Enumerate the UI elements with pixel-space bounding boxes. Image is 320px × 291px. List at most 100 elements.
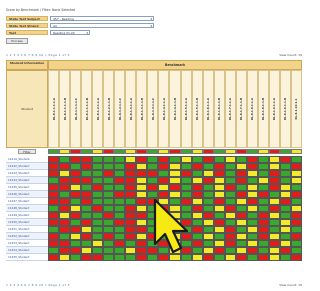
score-cell[interactable]	[70, 219, 82, 226]
score-cell[interactable]	[268, 254, 280, 261]
score-cell[interactable]	[235, 156, 247, 163]
score-cell[interactable]	[257, 205, 269, 212]
score-cell[interactable]	[59, 205, 71, 212]
score-cell[interactable]	[246, 205, 258, 212]
score-cell[interactable]	[268, 212, 280, 219]
score-cell[interactable]	[224, 198, 236, 205]
score-cell[interactable]	[235, 233, 247, 240]
score-cell[interactable]	[213, 240, 225, 247]
score-cell[interactable]	[114, 254, 126, 261]
score-cell[interactable]	[279, 219, 291, 226]
score-cell[interactable]	[114, 184, 126, 191]
score-cell[interactable]	[279, 240, 291, 247]
score-cell[interactable]	[59, 184, 71, 191]
score-cell[interactable]	[180, 177, 192, 184]
score-cell[interactable]	[136, 240, 148, 247]
score-cell[interactable]	[70, 156, 82, 163]
score-cell[interactable]	[48, 191, 60, 198]
score-cell[interactable]	[92, 212, 104, 219]
score-cell[interactable]	[103, 170, 115, 177]
score-cell[interactable]	[202, 170, 214, 177]
score-cell[interactable]	[235, 212, 247, 219]
score-cell[interactable]	[202, 240, 214, 247]
score-cell[interactable]	[92, 191, 104, 198]
score-cell[interactable]	[257, 247, 269, 254]
score-cell[interactable]	[202, 198, 214, 205]
score-cell[interactable]	[290, 233, 302, 240]
score-cell[interactable]	[279, 177, 291, 184]
score-cell[interactable]	[202, 184, 214, 191]
student-name-link[interactable]: 11245_Student	[6, 184, 48, 191]
score-cell[interactable]	[191, 254, 203, 261]
score-cell[interactable]	[92, 184, 104, 191]
score-cell[interactable]	[191, 177, 203, 184]
score-cell[interactable]	[92, 205, 104, 212]
student-name-link[interactable]: 11251_Student	[6, 226, 48, 233]
score-cell[interactable]	[81, 170, 93, 177]
score-cell[interactable]	[70, 226, 82, 233]
score-cell[interactable]	[191, 205, 203, 212]
score-cell[interactable]	[70, 191, 82, 198]
score-cell[interactable]	[257, 212, 269, 219]
score-cell[interactable]	[268, 233, 280, 240]
score-cell[interactable]	[125, 198, 137, 205]
score-cell[interactable]	[147, 163, 159, 170]
score-cell[interactable]	[191, 233, 203, 240]
score-cell[interactable]	[224, 170, 236, 177]
score-cell[interactable]	[191, 247, 203, 254]
score-cell[interactable]	[235, 184, 247, 191]
score-cell[interactable]	[246, 184, 258, 191]
score-cell[interactable]	[224, 212, 236, 219]
benchmark-column-header[interactable]: RL.6.1.8.1.1.B	[257, 70, 269, 148]
score-cell[interactable]	[257, 240, 269, 247]
score-cell[interactable]	[191, 240, 203, 247]
score-cell[interactable]	[103, 240, 115, 247]
score-cell[interactable]	[103, 247, 115, 254]
score-cell[interactable]	[136, 163, 148, 170]
score-cell[interactable]	[290, 247, 302, 254]
score-cell[interactable]	[279, 226, 291, 233]
score-cell[interactable]	[224, 191, 236, 198]
score-cell[interactable]	[191, 226, 203, 233]
score-cell[interactable]	[136, 233, 148, 240]
score-cell[interactable]	[70, 233, 82, 240]
score-cell[interactable]	[125, 226, 137, 233]
student-name-link[interactable]: 11242_Student	[6, 163, 48, 170]
score-cell[interactable]	[290, 170, 302, 177]
score-cell[interactable]	[136, 254, 148, 261]
score-cell[interactable]	[136, 219, 148, 226]
score-cell[interactable]	[246, 240, 258, 247]
score-cell[interactable]	[213, 184, 225, 191]
score-cell[interactable]	[48, 212, 60, 219]
score-cell[interactable]	[290, 254, 302, 261]
score-cell[interactable]	[59, 240, 71, 247]
score-cell[interactable]	[114, 163, 126, 170]
score-cell[interactable]	[202, 163, 214, 170]
score-cell[interactable]	[103, 156, 115, 163]
score-cell[interactable]	[136, 184, 148, 191]
score-cell[interactable]	[290, 219, 302, 226]
score-cell[interactable]	[235, 226, 247, 233]
score-cell[interactable]	[257, 177, 269, 184]
benchmark-column-header[interactable]: RL.6.1.7.1.1.B	[235, 70, 247, 148]
score-cell[interactable]	[290, 205, 302, 212]
score-cell[interactable]	[213, 226, 225, 233]
score-cell[interactable]	[59, 212, 71, 219]
score-cell[interactable]	[59, 191, 71, 198]
score-cell[interactable]	[202, 212, 214, 219]
score-cell[interactable]	[48, 177, 60, 184]
score-cell[interactable]	[125, 254, 137, 261]
benchmark-column-header[interactable]: RL.6.1.1.1.1.A	[48, 70, 60, 148]
student-name-link[interactable]: 11254_Student	[6, 247, 48, 254]
score-cell[interactable]	[268, 240, 280, 247]
score-cell[interactable]	[268, 156, 280, 163]
score-cell[interactable]	[103, 205, 115, 212]
score-cell[interactable]	[136, 226, 148, 233]
score-cell[interactable]	[246, 156, 258, 163]
score-cell[interactable]	[191, 191, 203, 198]
score-cell[interactable]	[114, 156, 126, 163]
score-cell[interactable]	[59, 198, 71, 205]
pagination-top[interactable]: 1 2 3 4 5 6 7 8 9 10 » Page 1 of 3	[6, 53, 70, 57]
score-cell[interactable]	[202, 226, 214, 233]
score-cell[interactable]	[114, 198, 126, 205]
